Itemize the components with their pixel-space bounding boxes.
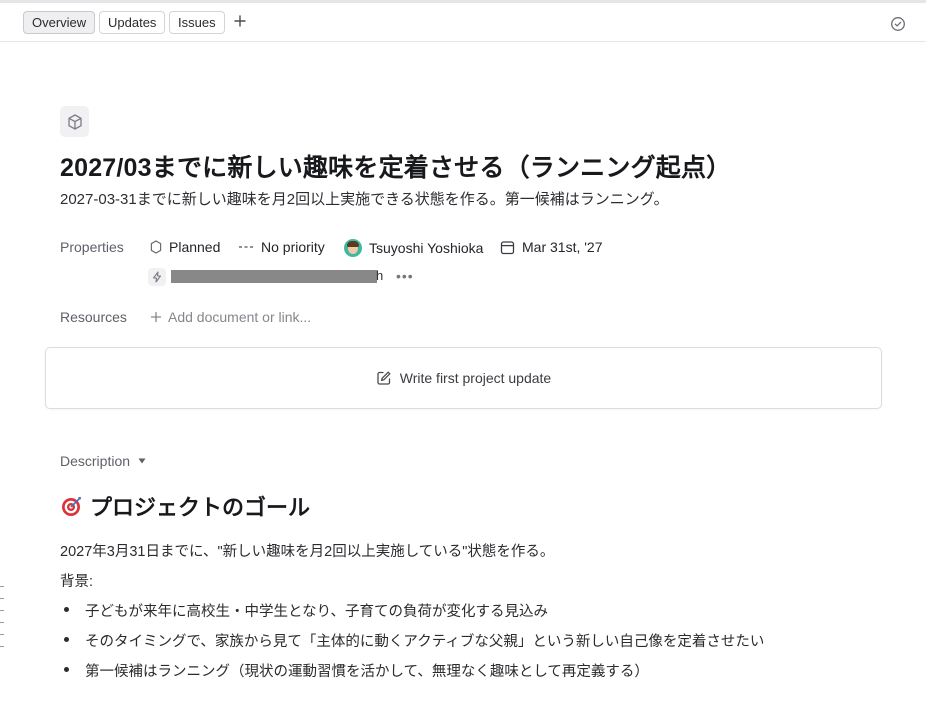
top-tab-bar: Overview Updates Issues [0, 0, 926, 42]
list-item-text: そのタイミングで、家族から見て「主体的に動くアクティブな父親」という新しい自己像… [85, 634, 765, 650]
project-summary[interactable]: 2027-03-31までに新しい趣味を月2回以上実施できる状態を作る。第一候補は… [60, 188, 669, 209]
calendar-icon [500, 240, 515, 254]
tab-updates[interactable]: Updates [99, 11, 166, 34]
hexagon-outline-icon [150, 240, 162, 254]
redacted-link-tail: h [376, 268, 384, 283]
cube-icon[interactable] [60, 106, 89, 137]
bullet-dot [64, 667, 69, 672]
description-label: Description [60, 453, 131, 469]
plus-icon[interactable] [232, 13, 248, 29]
goal-line[interactable]: 2027年3月31日までに、"新しい趣味を月2回以上実施している"状態を作る。 [60, 540, 554, 561]
plus-icon [150, 311, 162, 323]
resources-label: Resources [60, 309, 127, 325]
lead-property[interactable]: Tsuyoshi Yoshioka [344, 239, 483, 257]
status-property[interactable]: Planned [150, 239, 220, 255]
dashed-line-icon [239, 246, 253, 248]
dart-target-icon [62, 497, 81, 516]
target-date-label: Mar 31st, '27 [522, 239, 603, 255]
background-label[interactable]: 背景: [60, 570, 93, 591]
project-title[interactable]: 2027/03までに新しい趣味を定着させる（ランニング起点） [60, 148, 731, 184]
write-update-button[interactable]: Write first project update [45, 347, 882, 409]
properties-label: Properties [60, 239, 124, 255]
list-item-text: 第一候補はランニング（現状の運動習慣を活かして、無理なく趣味として再定義する） [85, 664, 649, 680]
description-heading-text: プロジェクトのゴール [90, 495, 311, 520]
redacted-link[interactable] [171, 270, 377, 283]
write-update-label: Write first project update [399, 370, 552, 386]
tab-overview[interactable]: Overview [23, 11, 96, 34]
priority-label: No priority [261, 239, 325, 255]
bullet-dot [64, 607, 69, 612]
priority-property[interactable]: No priority [238, 239, 325, 255]
description-heading[interactable]: プロジェクトのゴール [60, 490, 310, 522]
tab-issues[interactable]: Issues [169, 11, 225, 34]
bullet-dot [64, 637, 69, 642]
lightning-icon[interactable] [148, 268, 166, 286]
caret-down-icon [138, 458, 146, 464]
list-item-text: 子どもが来年に高校生・中学生となり、子育ての負荷が変化する見込み [85, 604, 548, 620]
target-date-property[interactable]: Mar 31st, '27 [500, 239, 603, 255]
lead-name: Tsuyoshi Yoshioka [369, 240, 484, 256]
add-document-link-button[interactable]: Add document or link... [150, 309, 311, 325]
pencil-square-icon [377, 371, 391, 385]
edge-ruler-ticks [0, 586, 4, 650]
status-label: Planned [169, 239, 221, 255]
avatar [344, 239, 362, 257]
description-toggle[interactable]: Description [60, 453, 146, 469]
ellipsis-icon[interactable]: ••• [396, 268, 414, 284]
add-document-label: Add document or link... [168, 309, 312, 325]
chat-bubble-icon[interactable] [890, 16, 906, 32]
